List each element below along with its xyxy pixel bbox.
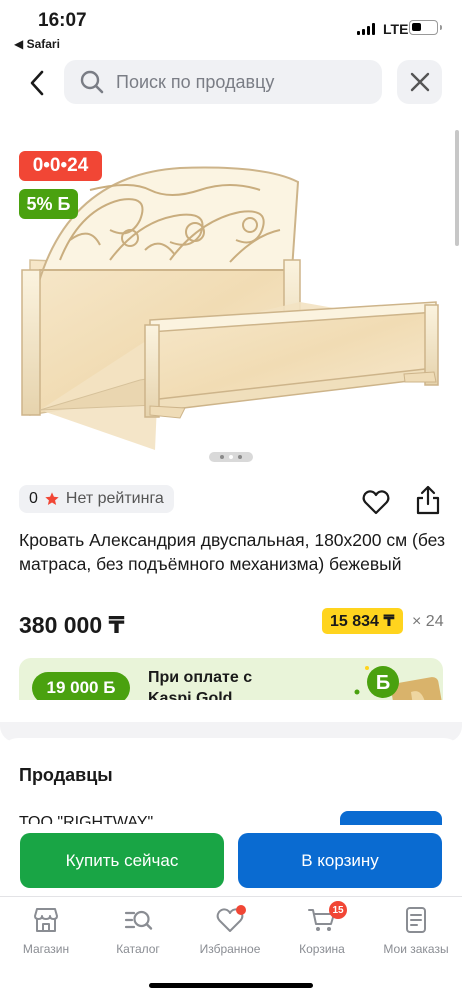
tab-catalog-label: Каталог xyxy=(116,942,160,956)
favorites-notification-dot xyxy=(236,905,246,915)
seller-name[interactable]: ТОО "RIGHTWAY" xyxy=(19,812,153,824)
tab-cart[interactable]: 15 Корзина xyxy=(276,901,368,961)
tab-cart-label: Корзина xyxy=(299,942,345,956)
share-button[interactable] xyxy=(414,485,442,515)
rating-chip[interactable]: 0 Нет рейтинга xyxy=(19,485,174,513)
carousel-dot xyxy=(238,455,242,459)
star-icon xyxy=(45,492,59,505)
scroll-indicator xyxy=(455,130,459,246)
buy-now-button[interactable]: Купить сейчас xyxy=(20,833,224,888)
store-icon xyxy=(34,908,58,932)
back-button[interactable] xyxy=(22,66,52,100)
back-to-safari-link[interactable]: ◀ Safari xyxy=(14,37,60,51)
close-button[interactable] xyxy=(397,60,442,104)
tab-store-label: Магазин xyxy=(22,942,70,956)
tab-orders-label: Мои заказы xyxy=(383,942,449,956)
search-icon xyxy=(80,70,104,94)
rating-count: 0 xyxy=(29,490,38,507)
rating-label: Нет рейтинга xyxy=(65,490,164,507)
chevron-left-icon xyxy=(30,70,44,96)
network-type: LTE xyxy=(383,21,409,37)
signal-icon xyxy=(357,23,375,35)
carousel-dot xyxy=(220,455,224,459)
installment-months: × 24 xyxy=(412,613,444,630)
product-price: 380 000 ₸ xyxy=(19,612,125,638)
status-bar: 16:07 ◀ Safari LTE xyxy=(0,0,462,56)
catalog-icon xyxy=(124,910,153,930)
add-to-cart-button[interactable]: В корзину xyxy=(238,833,442,888)
installment-badge: 0•0•24 xyxy=(19,151,102,181)
tab-orders[interactable]: Мои заказы xyxy=(370,905,462,961)
svg-text:Б: Б xyxy=(376,672,390,694)
seller-select-button[interactable] xyxy=(340,811,442,825)
sellers-title: Продавцы xyxy=(19,765,113,785)
clock: 16:07 xyxy=(38,10,87,31)
orders-icon xyxy=(406,907,426,933)
cart-count-badge: 15 xyxy=(329,901,347,919)
image-carousel-dots[interactable] xyxy=(209,452,253,462)
home-indicator xyxy=(149,983,313,988)
share-icon xyxy=(416,485,440,515)
battery-icon xyxy=(409,20,442,35)
close-icon xyxy=(410,72,429,92)
heart-icon xyxy=(362,490,390,515)
tab-favorites-label: Избранное xyxy=(199,942,261,956)
carousel-dot-active xyxy=(229,455,233,459)
search-input[interactable] xyxy=(116,71,356,93)
product-title: Кровать Александрия двуспальная, 180х200… xyxy=(19,530,446,574)
tab-store[interactable]: Магазин xyxy=(0,905,92,961)
search-bar[interactable] xyxy=(64,60,382,104)
tab-favorites[interactable]: Избранное xyxy=(184,905,276,961)
tab-catalog[interactable]: Каталог xyxy=(92,905,184,961)
favorite-button[interactable] xyxy=(362,489,390,515)
monthly-payment-badge[interactable]: 15 834 ₸ xyxy=(322,608,403,634)
bonus-badge: 5% Б xyxy=(19,189,78,219)
